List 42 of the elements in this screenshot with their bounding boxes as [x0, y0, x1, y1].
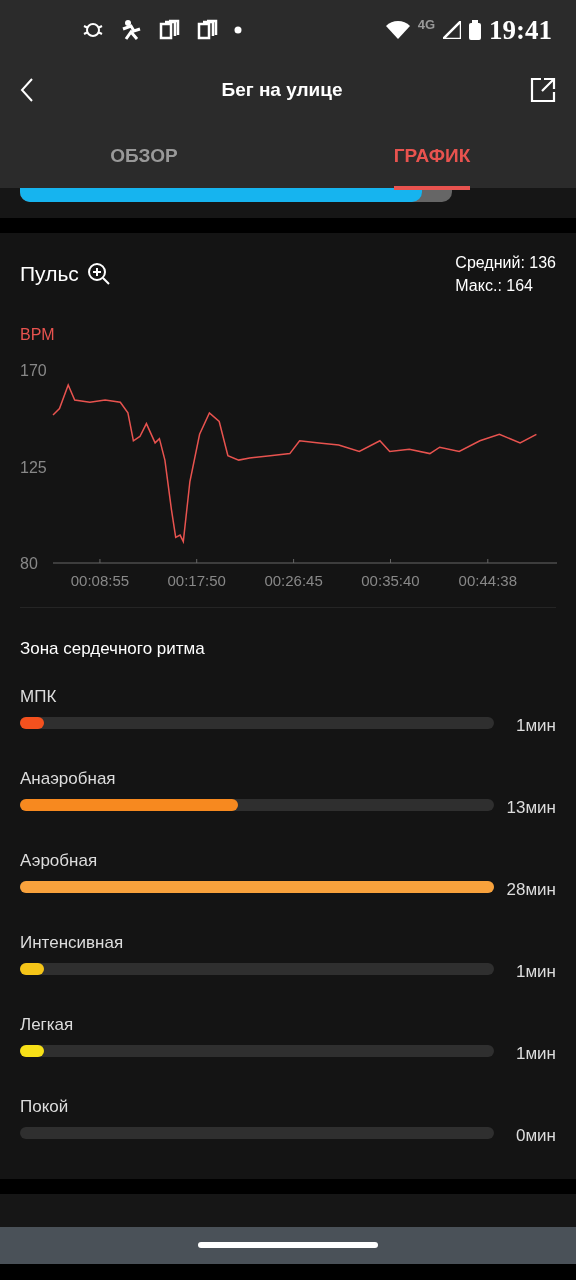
battery-icon	[469, 20, 481, 40]
page-title: Бег на улице	[221, 77, 343, 102]
tick-label: 00:26:45	[264, 572, 323, 590]
tick-label: 170	[20, 362, 47, 380]
zone-duration: 1мин	[514, 715, 556, 738]
back-button[interactable]	[20, 77, 34, 103]
zone-name: Аэробная	[20, 849, 99, 872]
wifi-icon	[385, 21, 410, 39]
dot-icon	[234, 26, 242, 34]
cards-icon	[158, 19, 180, 41]
back-icon	[20, 77, 34, 103]
share-icon	[530, 77, 556, 103]
figure-icon	[120, 19, 142, 41]
share-button[interactable]	[530, 77, 556, 103]
tick-label: 00:44:38	[458, 572, 517, 590]
average-value: Средний: 136	[455, 253, 556, 273]
zoom-in-icon[interactable]	[86, 262, 111, 287]
axis-label: BPM	[20, 325, 56, 346]
tick-label: 00:17:50	[167, 572, 226, 590]
zone-duration: 0мин	[514, 1125, 556, 1148]
home-handle[interactable]	[198, 1242, 378, 1249]
zone-duration: 13мин	[505, 797, 556, 820]
clock: 19:41	[489, 13, 552, 47]
zone-name: Интенсивная	[20, 931, 125, 954]
cards-icon	[196, 19, 218, 41]
zone-name: Легкая	[20, 1013, 75, 1036]
zone-duration: 1мин	[514, 1043, 556, 1066]
tick-label: 00:35:40	[361, 572, 420, 590]
section-title: Зона сердечного ритма	[20, 638, 206, 661]
zone-name: Покой	[20, 1095, 70, 1118]
zone-duration: 28мин	[505, 879, 556, 902]
network-label: 4G	[417, 16, 435, 35]
tick-label: 125	[20, 458, 47, 476]
tick-label: 80	[20, 555, 38, 573]
tick-label: 00:08:55	[70, 572, 130, 590]
zone-name: МПК	[20, 685, 58, 708]
tab[interactable]: ОБЗОР	[0, 120, 288, 190]
max-value: Макс.: 164	[455, 276, 534, 297]
signal-icon	[443, 21, 461, 39]
zone-duration: 1мин	[514, 961, 556, 984]
zone-name: Анаэробная	[20, 767, 117, 790]
section-title: Пульс	[20, 261, 79, 288]
